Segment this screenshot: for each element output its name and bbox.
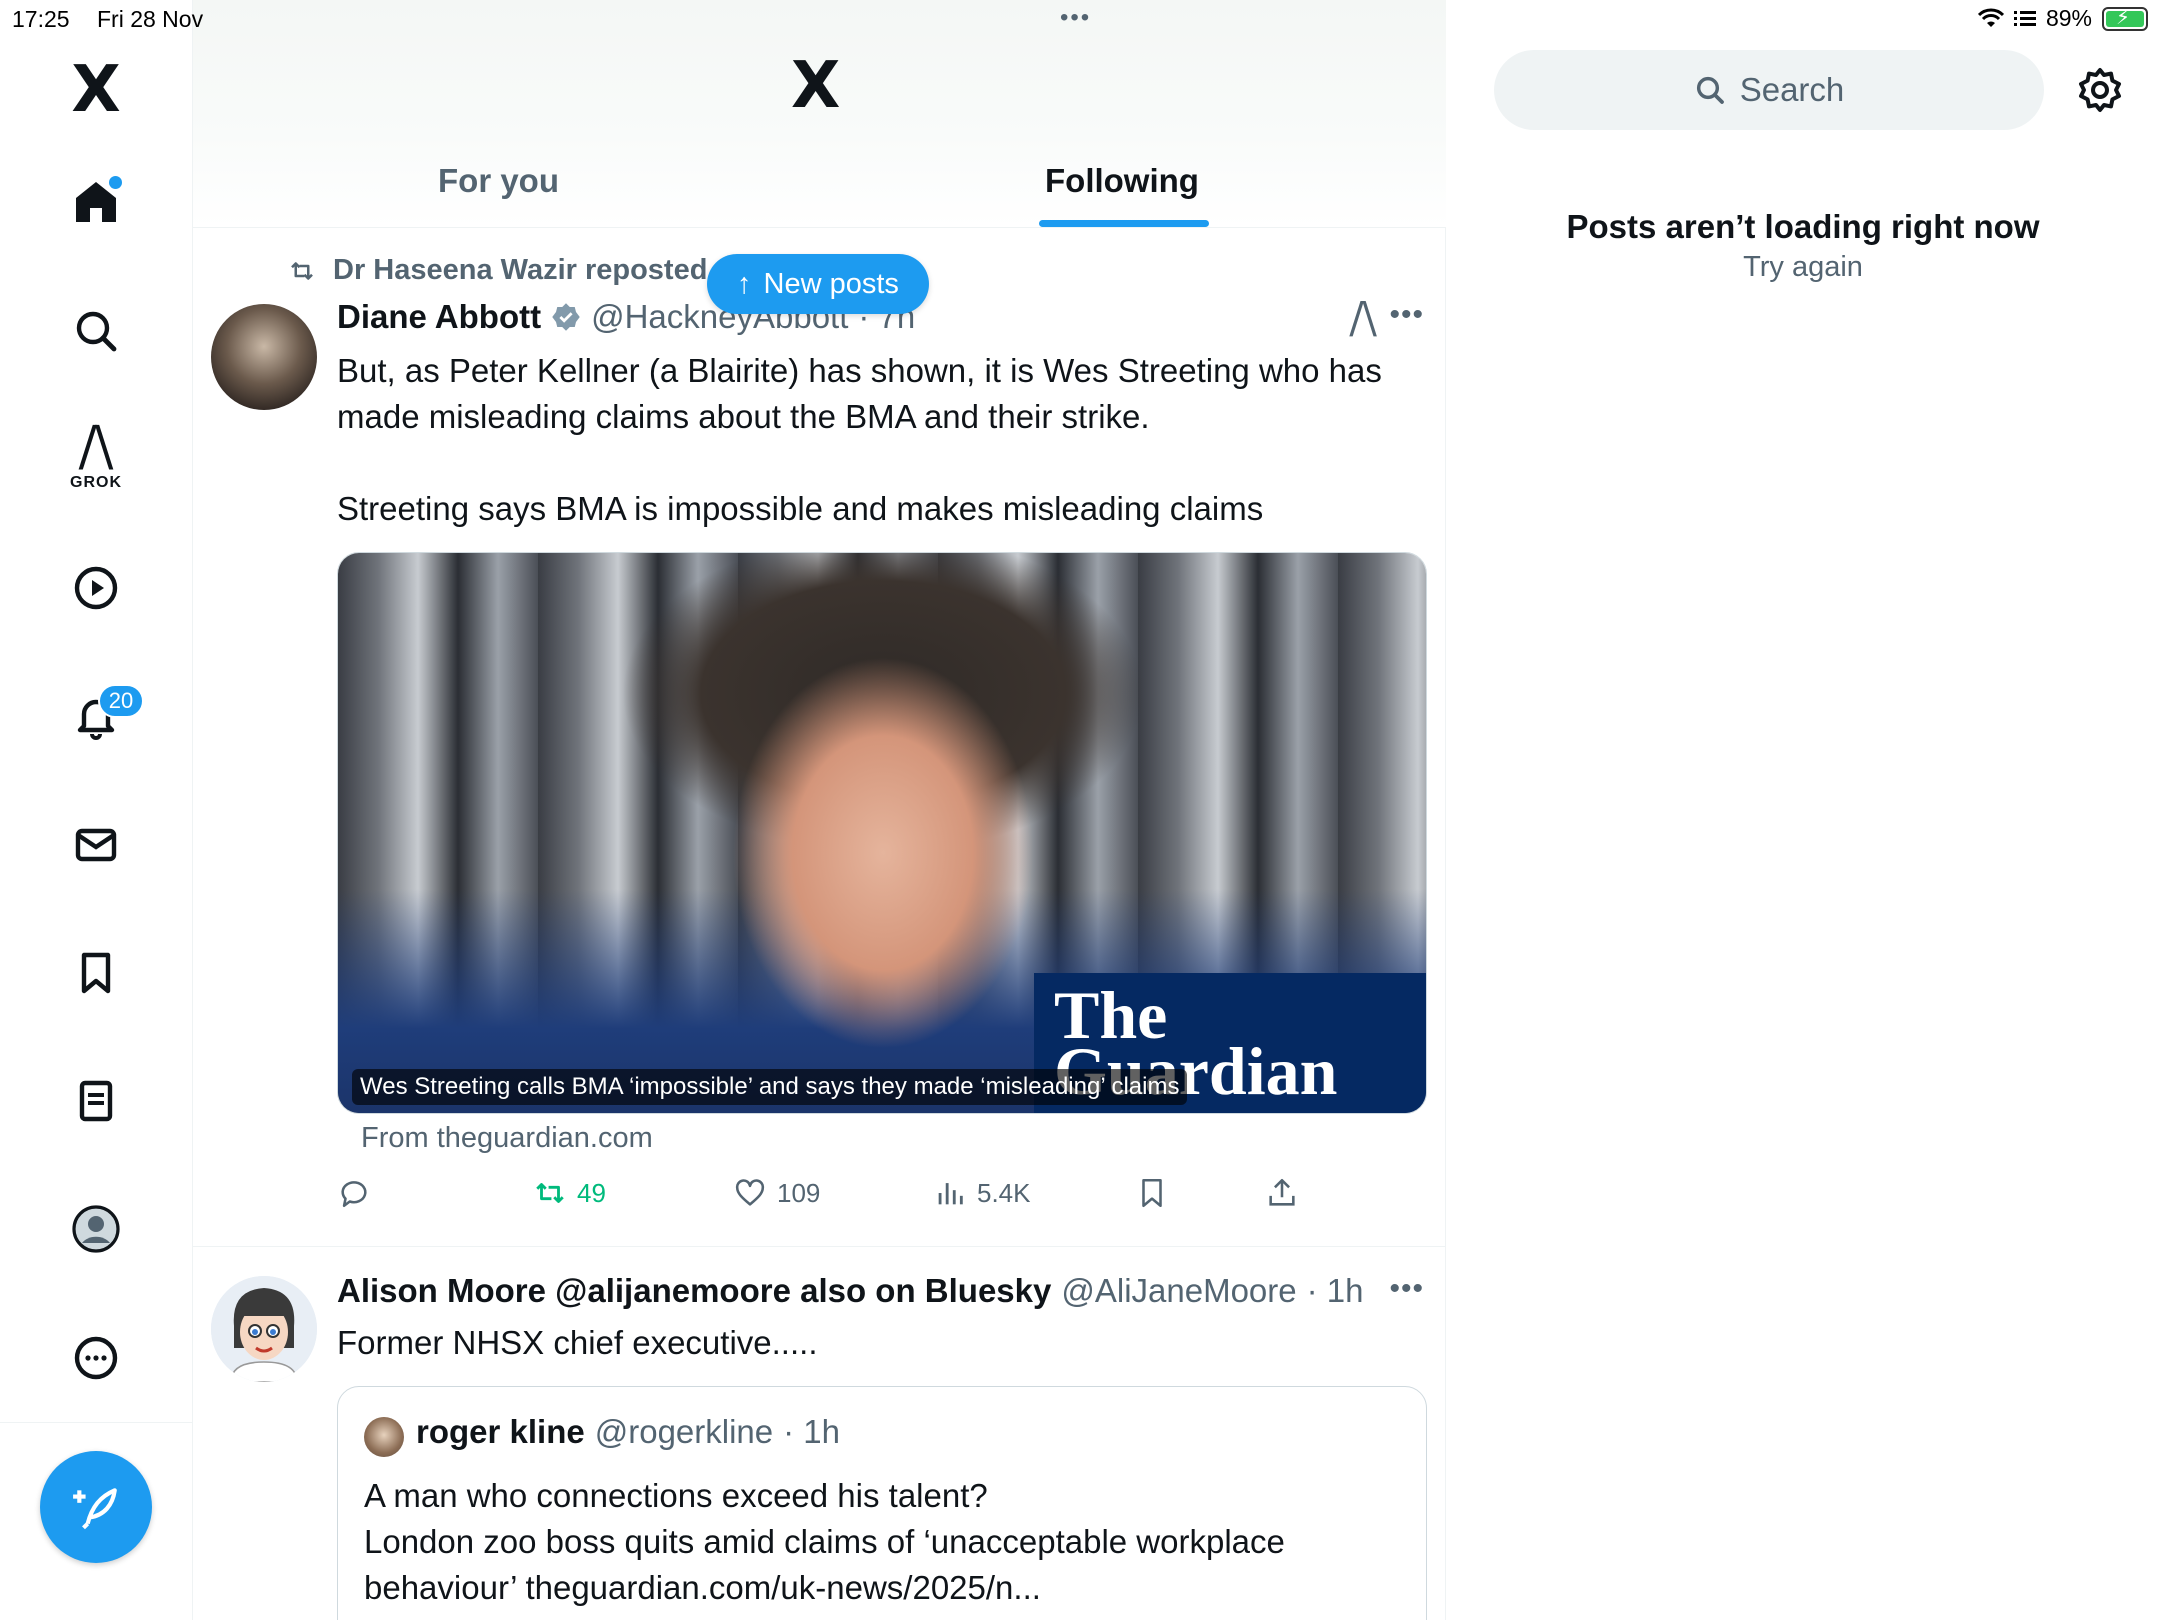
views-count: 5.4K xyxy=(977,1177,1031,1208)
link-card[interactable]: The Guardian Wes Streeting calls BMA ‘im… xyxy=(337,552,1427,1114)
sidebar-item-grok[interactable]: ⧸⧹ GROK xyxy=(56,418,136,498)
tab-selected-indicator xyxy=(1039,220,1209,227)
quote-author-handle: @rogerkline xyxy=(594,1413,774,1450)
more-circle-icon xyxy=(74,1336,118,1380)
error-title: Posts aren’t loading right now xyxy=(1566,208,2040,245)
sidebar-item-bookmarks[interactable] xyxy=(56,933,136,1013)
quote-time: · 1h xyxy=(783,1413,841,1450)
card-source[interactable]: From theguardian.com xyxy=(361,1122,653,1155)
video-play-icon xyxy=(74,566,118,610)
timeline: X For you Following ↑ New posts Dr Hasee… xyxy=(193,0,1446,1620)
notifications-badge: 20 xyxy=(98,684,144,718)
post-text: But, as Peter Kellner (a Blairite) has s… xyxy=(337,352,1382,527)
x-header-logo-icon: X xyxy=(791,49,841,123)
like-count: 109 xyxy=(777,1177,821,1208)
post-more-icon[interactable]: ••• xyxy=(1389,1272,1424,1306)
card-caption: Wes Streeting calls BMA ‘impossible’ and… xyxy=(352,1069,1188,1105)
quote-author-row: roger kline @rogerkline · 1h xyxy=(416,1413,840,1451)
list-icon xyxy=(2013,10,2036,26)
author-handle[interactable]: @AliJaneMoore xyxy=(1061,1272,1296,1310)
tab-for-you[interactable]: For you xyxy=(438,162,559,200)
repost-count: 49 xyxy=(577,1177,606,1208)
right-panel: Search Posts aren’t loading right now Tr… xyxy=(1446,0,2160,1620)
reply-button[interactable] xyxy=(337,1176,371,1210)
quoted-post[interactable]: roger kline @rogerkline · 1h A man who c… xyxy=(337,1386,1427,1620)
sidebar-item-notifications[interactable]: 20 xyxy=(56,676,144,756)
sidebar-item-lists[interactable] xyxy=(56,1061,136,1141)
compose-post-button[interactable] xyxy=(40,1451,152,1563)
search-icon xyxy=(1696,76,1724,104)
sidebar-item-messages[interactable] xyxy=(56,805,136,885)
repost-label: Dr Haseena Wazir reposted xyxy=(333,254,708,286)
avatar[interactable] xyxy=(211,304,317,410)
gear-icon[interactable] xyxy=(2076,66,2124,114)
compose-feather-icon xyxy=(73,1488,117,1530)
new-posts-label: New posts xyxy=(763,267,899,300)
status-bar: 17:25 Fri 28 Nov ••• 89% ⚡ xyxy=(0,0,2160,38)
sidebar-divider xyxy=(0,1422,193,1423)
bookmark-icon xyxy=(1142,1178,1162,1208)
status-time: 17:25 xyxy=(12,6,70,32)
repost-context: Dr Haseena Wazir reposted xyxy=(285,254,707,287)
wifi-icon xyxy=(1977,8,2004,27)
x-logo-icon: X xyxy=(71,53,121,127)
cartoon-avatar-icon xyxy=(211,1276,317,1382)
views-chart-icon xyxy=(938,1183,963,1205)
status-date: Fri 28 Nov xyxy=(97,6,204,32)
views-button[interactable]: 5.4K xyxy=(933,1176,1031,1210)
avatar[interactable] xyxy=(211,1276,317,1382)
post-more-icon[interactable]: ••• xyxy=(1389,298,1424,332)
post-author-row: Alison Moore @alijanemoore also on Blues… xyxy=(337,1272,1364,1310)
envelope-icon xyxy=(75,828,117,862)
post-time: · 1h xyxy=(1306,1272,1364,1309)
sidebar-item-video[interactable] xyxy=(56,548,136,628)
new-posts-button[interactable]: ↑ New posts xyxy=(707,254,929,314)
post[interactable]: Dr Haseena Wazir reposted Diane Abbott @… xyxy=(193,232,1446,1247)
sidebar-item-profile[interactable] xyxy=(56,1189,136,1269)
bookmark-icon xyxy=(81,952,111,994)
share-button[interactable] xyxy=(1265,1176,1299,1210)
reply-icon xyxy=(341,1181,367,1208)
post-actions: 49 109 5.4K xyxy=(337,1176,1427,1226)
sidebar-item-home[interactable] xyxy=(56,162,136,242)
verified-badge-icon xyxy=(552,303,580,331)
search-input[interactable]: Search xyxy=(1494,50,2044,130)
sidebar-item-more[interactable] xyxy=(56,1318,136,1398)
search-placeholder: Search xyxy=(1739,71,1845,108)
battery-icon: ⚡ xyxy=(2102,6,2148,31)
heart-icon xyxy=(735,1179,765,1206)
quote-author-name: roger kline xyxy=(416,1413,585,1450)
list-document-icon xyxy=(79,1080,113,1122)
share-icon xyxy=(1269,1178,1295,1206)
x-logo-button[interactable]: X xyxy=(56,50,136,130)
quote-avatar xyxy=(364,1417,404,1457)
search-icon xyxy=(76,311,117,352)
repost-icon xyxy=(536,1183,564,1203)
repost-icon xyxy=(291,261,313,280)
battery-percent: 89% xyxy=(2045,5,2092,31)
home-unread-dot xyxy=(109,176,122,189)
multitasking-dots-icon[interactable]: ••• xyxy=(1060,4,1091,32)
x-app: 17:25 Fri 28 Nov ••• 89% ⚡ X ⧸⧹ GROK 20 … xyxy=(0,0,2160,1620)
tab-following[interactable]: Following xyxy=(1045,162,1199,200)
grok-label: GROK xyxy=(70,474,122,491)
bookmark-button[interactable] xyxy=(1135,1176,1169,1210)
quote-text: A man who connections exceed his talent?… xyxy=(364,1477,1285,1606)
post-text: Former NHSX chief executive..... xyxy=(337,1324,818,1361)
sidebar-nav: X ⧸⧹ GROK 20 xyxy=(0,0,193,1620)
post[interactable]: Alison Moore @alijanemoore also on Blues… xyxy=(193,1248,1446,1620)
grok-icon: ⧸⧹ xyxy=(79,420,113,476)
try-again-link[interactable]: Try again xyxy=(1446,251,2160,284)
author-name[interactable]: Diane Abbott xyxy=(337,298,541,336)
status-indicators: 89% ⚡ xyxy=(1977,5,2148,32)
grok-explain-icon[interactable]: ⧸⧹ xyxy=(1350,300,1376,338)
repost-button[interactable]: 49 xyxy=(533,1176,606,1210)
author-name[interactable]: Alison Moore @alijanemoore also on Blues… xyxy=(337,1272,1051,1310)
arrow-up-icon: ↑ xyxy=(737,267,752,300)
profile-avatar-icon xyxy=(72,1205,120,1253)
like-button[interactable]: 109 xyxy=(733,1176,820,1210)
sidebar-item-search[interactable] xyxy=(56,291,136,371)
